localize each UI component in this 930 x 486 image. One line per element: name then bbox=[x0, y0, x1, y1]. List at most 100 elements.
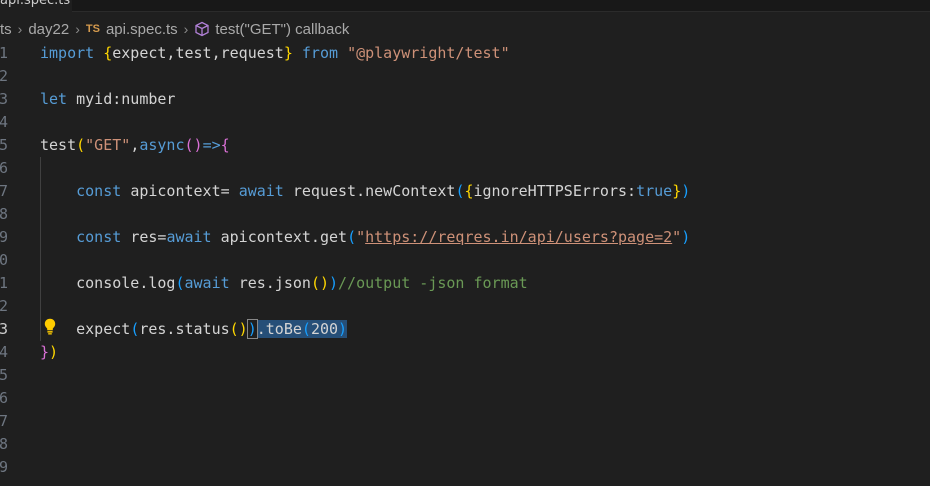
code-token: true bbox=[636, 182, 673, 200]
code-token: } bbox=[40, 343, 50, 361]
tab-api-spec[interactable]: api.spec.ts bbox=[0, 0, 72, 13]
code-token: ) bbox=[681, 182, 691, 200]
code-line[interactable]: 2 bbox=[0, 65, 930, 88]
code-line[interactable]: 3 expect(res.status()).toBe(200) bbox=[0, 318, 930, 341]
line-number: 1 bbox=[0, 44, 8, 62]
code-token: ) bbox=[681, 228, 691, 246]
code-text: import {expect,test,request} from "@play… bbox=[40, 42, 510, 65]
line-number: 9 bbox=[0, 458, 8, 476]
code-token: expect,test,request bbox=[112, 44, 284, 62]
line-number: 0 bbox=[0, 251, 8, 269]
code-token: from bbox=[292, 44, 348, 62]
code-text: expect(res.status()).toBe(200) bbox=[40, 318, 348, 341]
breadcrumb-item-callback[interactable]: test("GET") callback bbox=[215, 21, 349, 38]
code-token: test bbox=[40, 136, 77, 154]
breadcrumb-item-day22[interactable]: day22 bbox=[28, 21, 69, 38]
code-line[interactable]: 2 bbox=[0, 295, 930, 318]
code-token: " bbox=[672, 228, 682, 246]
code-line[interactable]: 1 import {expect,test,request} from "@pla… bbox=[0, 42, 930, 65]
line-number: 4 bbox=[0, 343, 8, 361]
code-line[interactable]: 4}) bbox=[0, 341, 930, 364]
line-number: 7 bbox=[0, 412, 8, 430]
typescript-icon: TS bbox=[85, 23, 100, 35]
code-line[interactable]: 8 bbox=[0, 433, 930, 456]
line-number: 8 bbox=[0, 205, 8, 223]
code-line[interactable]: 9 bbox=[0, 456, 930, 479]
code-line[interactable]: 3 let myid:number bbox=[0, 88, 930, 111]
code-text: let myid:number bbox=[40, 88, 175, 111]
code-line[interactable]: 5 bbox=[0, 364, 930, 387]
code-token: } bbox=[672, 182, 682, 200]
tab-label: api.spec.ts bbox=[0, 0, 71, 8]
chevron-right-icon: › bbox=[183, 21, 189, 37]
breadcrumb-item-ts[interactable]: ts bbox=[0, 21, 12, 38]
editor-window: api.spec.ts ts › day22 › TS api.spec.ts … bbox=[0, 0, 930, 486]
code-text: const apicontext= await request.newConte… bbox=[40, 180, 690, 203]
code-token: ) bbox=[49, 343, 59, 361]
code-token: ignoreHTTPSErrors: bbox=[473, 182, 637, 200]
line-number: 6 bbox=[0, 389, 8, 407]
code-token: import bbox=[40, 44, 104, 62]
code-line[interactable]: 9 const res=await apicontext.get("https:… bbox=[0, 226, 930, 249]
code-token: () bbox=[229, 320, 248, 338]
lightbulb-icon[interactable] bbox=[44, 318, 56, 335]
tab-strip: api.spec.ts bbox=[0, 0, 930, 13]
code-line[interactable]: 8 bbox=[0, 203, 930, 226]
line-number: 5 bbox=[0, 136, 8, 154]
code-line[interactable]: 4 bbox=[0, 111, 930, 134]
code-line[interactable]: 6 bbox=[0, 387, 930, 410]
line-number: 1 bbox=[0, 274, 8, 292]
code-line[interactable]: 6 bbox=[0, 157, 930, 180]
code-token: () bbox=[310, 274, 329, 292]
code-token: await bbox=[166, 228, 221, 246]
code-token: const bbox=[40, 182, 131, 200]
code-token: https://reqres.in/api/users?page=2 bbox=[365, 228, 673, 246]
code-line[interactable]: 7 bbox=[0, 410, 930, 433]
code-editor[interactable]: 1 import {expect,test,request} from "@pla… bbox=[0, 42, 930, 486]
code-token: res.status bbox=[139, 320, 230, 338]
code-token: //output -json format bbox=[338, 274, 528, 292]
code-token: async bbox=[139, 136, 185, 154]
code-token: ( bbox=[347, 228, 357, 246]
chevron-right-icon: › bbox=[17, 21, 23, 37]
code-token: res= bbox=[130, 228, 167, 246]
cube-icon bbox=[195, 21, 209, 37]
selected-token: .toBe bbox=[256, 320, 302, 338]
code-token: " bbox=[356, 228, 366, 246]
code-token: () bbox=[184, 136, 203, 154]
line-number: 6 bbox=[0, 159, 8, 177]
code-line[interactable]: 0 bbox=[0, 249, 930, 272]
code-text: const res=await apicontext.get("https://… bbox=[40, 226, 690, 249]
code-token: => bbox=[202, 136, 221, 154]
code-token: myid:number bbox=[76, 90, 176, 108]
tab-strip-border bbox=[72, 11, 930, 12]
code-line[interactable]: 1 console.log(await res.json())//output … bbox=[0, 272, 930, 295]
selected-token: ) bbox=[338, 320, 348, 338]
code-text: test("GET",async()=>{ bbox=[40, 134, 230, 157]
code-token: apicontext.get bbox=[220, 228, 348, 246]
code-token: request.newContext bbox=[292, 182, 456, 200]
line-number: 7 bbox=[0, 182, 8, 200]
code-token: ) bbox=[246, 319, 258, 339]
code-line[interactable]: 5 test("GET",async()=>{ bbox=[0, 134, 930, 157]
code-token: ( bbox=[175, 274, 185, 292]
line-number: 3 bbox=[0, 320, 8, 338]
code-token: ( bbox=[130, 320, 140, 338]
selected-token: ( bbox=[301, 320, 311, 338]
code-token: { bbox=[103, 44, 113, 62]
line-number: 4 bbox=[0, 113, 8, 131]
selected-token: 200 bbox=[310, 320, 339, 338]
code-line[interactable]: 7 const apicontext= await request.newCon… bbox=[0, 180, 930, 203]
code-token: await bbox=[184, 274, 239, 292]
line-number: 9 bbox=[0, 228, 8, 246]
code-token: res.json bbox=[238, 274, 311, 292]
breadcrumb: ts › day22 › TS api.spec.ts › test("GET"… bbox=[0, 17, 349, 41]
code-token: "@playwright/test" bbox=[347, 44, 510, 62]
code-token: const bbox=[40, 228, 131, 246]
code-token: { bbox=[220, 136, 230, 154]
breadcrumb-item-file[interactable]: api.spec.ts bbox=[106, 21, 178, 38]
code-token: , bbox=[130, 136, 140, 154]
code-token: console.log bbox=[40, 274, 176, 292]
code-token: "GET" bbox=[85, 136, 131, 154]
code-token: { bbox=[464, 182, 474, 200]
